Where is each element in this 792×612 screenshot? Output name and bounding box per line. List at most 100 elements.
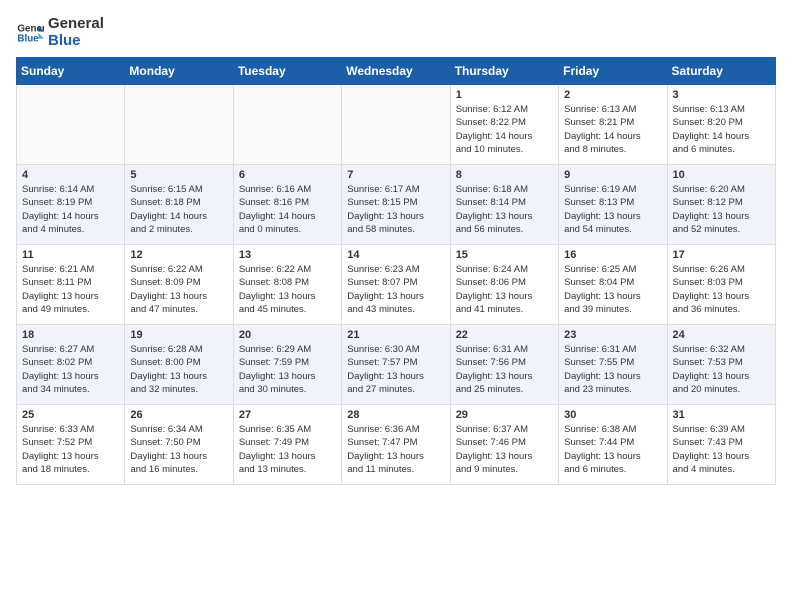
day-info: Sunrise: 6:34 AM Sunset: 7:50 PM Dayligh… — [130, 423, 227, 476]
day-info: Sunrise: 6:32 AM Sunset: 7:53 PM Dayligh… — [673, 343, 770, 396]
calendar-week-row: 11Sunrise: 6:21 AM Sunset: 8:11 PM Dayli… — [17, 245, 776, 325]
day-number: 26 — [130, 409, 227, 421]
day-number: 8 — [456, 169, 553, 181]
day-info: Sunrise: 6:28 AM Sunset: 8:00 PM Dayligh… — [130, 343, 227, 396]
calendar-week-row: 4Sunrise: 6:14 AM Sunset: 8:19 PM Daylig… — [17, 165, 776, 245]
calendar-cell — [233, 85, 341, 165]
calendar-cell: 21 Sunrise: 6:30 AM Sunset: 7:57 PM Dayli… — [342, 325, 450, 405]
day-number: 19 — [130, 329, 227, 341]
page-header: General Blue General Blue — [16, 16, 776, 49]
day-number: 7 — [347, 169, 444, 181]
day-info: Sunrise: 6:22 AM Sunset: 8:08 PM Dayligh… — [239, 263, 336, 316]
day-number: 29 — [456, 409, 553, 421]
day-number: 25 — [22, 409, 119, 421]
day-info: Sunrise: 6:31 AM Sunset: 7:56 PM Dayligh… — [456, 343, 553, 396]
calendar-cell: 2Sunrise: 6:13 AM Sunset: 8:21 PM Daylig… — [559, 85, 667, 165]
day-number: 16 — [564, 249, 661, 261]
calendar-cell — [342, 85, 450, 165]
day-info: Sunrise: 6:17 AM Sunset: 8:15 PM Dayligh… — [347, 183, 444, 236]
weekday-header-row: SundayMondayTuesdayWednesdayThursdayFrid… — [17, 58, 776, 85]
calendar-cell: 13 Sunrise: 6:22 AM Sunset: 8:08 PM Dayli… — [233, 245, 341, 325]
day-number: 22 — [456, 329, 553, 341]
day-info: Sunrise: 6:33 AM Sunset: 7:52 PM Dayligh… — [22, 423, 119, 476]
calendar-cell: 31Sunrise: 6:39 AM Sunset: 7:43 PM Dayli… — [667, 405, 775, 485]
logo-text-general: General — [48, 16, 104, 33]
day-number: 3 — [673, 89, 770, 101]
day-number: 10 — [673, 169, 770, 181]
day-info: Sunrise: 6:12 AM Sunset: 8:22 PM Dayligh… — [456, 103, 553, 156]
weekday-header-saturday: Saturday — [667, 58, 775, 85]
logo: General Blue General Blue — [16, 16, 104, 49]
logo-icon: General Blue — [16, 19, 44, 47]
day-number: 28 — [347, 409, 444, 421]
calendar-week-row: 1 Sunrise: 6:12 AM Sunset: 8:22 PM Daylig… — [17, 85, 776, 165]
calendar-cell: 18 Sunrise: 6:27 AM Sunset: 8:02 PM Dayli… — [17, 325, 125, 405]
day-info: Sunrise: 6:21 AM Sunset: 8:11 PM Dayligh… — [22, 263, 119, 316]
calendar-cell: 5Sunrise: 6:15 AM Sunset: 8:18 PM Daylig… — [125, 165, 233, 245]
day-info: Sunrise: 6:24 AM Sunset: 8:06 PM Dayligh… — [456, 263, 553, 316]
svg-text:Blue: Blue — [17, 33, 39, 44]
day-number: 18 — [22, 329, 119, 341]
logo-text-blue: Blue — [48, 33, 104, 50]
calendar-cell: 8 Sunrise: 6:18 AM Sunset: 8:14 PM Daylig… — [450, 165, 558, 245]
calendar-cell: 30Sunrise: 6:38 AM Sunset: 7:44 PM Dayli… — [559, 405, 667, 485]
calendar-cell: 28 Sunrise: 6:36 AM Sunset: 7:47 PM Dayli… — [342, 405, 450, 485]
day-info: Sunrise: 6:13 AM Sunset: 8:20 PM Dayligh… — [673, 103, 770, 156]
calendar-cell: 19 Sunrise: 6:28 AM Sunset: 8:00 PM Dayli… — [125, 325, 233, 405]
calendar-cell: 4Sunrise: 6:14 AM Sunset: 8:19 PM Daylig… — [17, 165, 125, 245]
weekday-header-tuesday: Tuesday — [233, 58, 341, 85]
day-info: Sunrise: 6:16 AM Sunset: 8:16 PM Dayligh… — [239, 183, 336, 236]
calendar-cell: 3 Sunrise: 6:13 AM Sunset: 8:20 PM Daylig… — [667, 85, 775, 165]
day-info: Sunrise: 6:18 AM Sunset: 8:14 PM Dayligh… — [456, 183, 553, 236]
day-number: 1 — [456, 89, 553, 101]
day-info: Sunrise: 6:29 AM Sunset: 7:59 PM Dayligh… — [239, 343, 336, 396]
day-info: Sunrise: 6:22 AM Sunset: 8:09 PM Dayligh… — [130, 263, 227, 316]
calendar-cell: 15 Sunrise: 6:24 AM Sunset: 8:06 PM Dayli… — [450, 245, 558, 325]
weekday-header-monday: Monday — [125, 58, 233, 85]
calendar-cell: 7 Sunrise: 6:17 AM Sunset: 8:15 PM Daylig… — [342, 165, 450, 245]
weekday-header-thursday: Thursday — [450, 58, 558, 85]
day-info: Sunrise: 6:14 AM Sunset: 8:19 PM Dayligh… — [22, 183, 119, 236]
calendar-cell: 16 Sunrise: 6:25 AM Sunset: 8:04 PM Dayli… — [559, 245, 667, 325]
day-number: 6 — [239, 169, 336, 181]
day-info: Sunrise: 6:13 AM Sunset: 8:21 PM Dayligh… — [564, 103, 661, 156]
calendar-cell: 25 Sunrise: 6:33 AM Sunset: 7:52 PM Dayli… — [17, 405, 125, 485]
day-number: 23 — [564, 329, 661, 341]
calendar-cell: 20 Sunrise: 6:29 AM Sunset: 7:59 PM Dayli… — [233, 325, 341, 405]
day-number: 15 — [456, 249, 553, 261]
day-number: 20 — [239, 329, 336, 341]
calendar-cell: 1 Sunrise: 6:12 AM Sunset: 8:22 PM Daylig… — [450, 85, 558, 165]
day-info: Sunrise: 6:20 AM Sunset: 8:12 PM Dayligh… — [673, 183, 770, 236]
day-number: 9 — [564, 169, 661, 181]
day-number: 17 — [673, 249, 770, 261]
day-info: Sunrise: 6:36 AM Sunset: 7:47 PM Dayligh… — [347, 423, 444, 476]
calendar-week-row: 18 Sunrise: 6:27 AM Sunset: 8:02 PM Dayli… — [17, 325, 776, 405]
day-info: Sunrise: 6:23 AM Sunset: 8:07 PM Dayligh… — [347, 263, 444, 316]
calendar-cell: 17 Sunrise: 6:26 AM Sunset: 8:03 PM Dayli… — [667, 245, 775, 325]
calendar-cell: 10 Sunrise: 6:20 AM Sunset: 8:12 PM Dayli… — [667, 165, 775, 245]
calendar-cell: 23Sunrise: 6:31 AM Sunset: 7:55 PM Dayli… — [559, 325, 667, 405]
calendar-cell: 26 Sunrise: 6:34 AM Sunset: 7:50 PM Dayli… — [125, 405, 233, 485]
day-info: Sunrise: 6:37 AM Sunset: 7:46 PM Dayligh… — [456, 423, 553, 476]
day-number: 21 — [347, 329, 444, 341]
day-number: 5 — [130, 169, 227, 181]
day-info: Sunrise: 6:30 AM Sunset: 7:57 PM Dayligh… — [347, 343, 444, 396]
calendar-cell: 11Sunrise: 6:21 AM Sunset: 8:11 PM Dayli… — [17, 245, 125, 325]
day-number: 13 — [239, 249, 336, 261]
weekday-header-sunday: Sunday — [17, 58, 125, 85]
calendar-cell — [17, 85, 125, 165]
day-info: Sunrise: 6:38 AM Sunset: 7:44 PM Dayligh… — [564, 423, 661, 476]
day-info: Sunrise: 6:27 AM Sunset: 8:02 PM Dayligh… — [22, 343, 119, 396]
calendar-table: SundayMondayTuesdayWednesdayThursdayFrid… — [16, 57, 776, 485]
weekday-header-friday: Friday — [559, 58, 667, 85]
day-info: Sunrise: 6:26 AM Sunset: 8:03 PM Dayligh… — [673, 263, 770, 316]
day-number: 27 — [239, 409, 336, 421]
day-number: 14 — [347, 249, 444, 261]
calendar-cell: 9Sunrise: 6:19 AM Sunset: 8:13 PM Daylig… — [559, 165, 667, 245]
day-number: 12 — [130, 249, 227, 261]
calendar-cell: 22 Sunrise: 6:31 AM Sunset: 7:56 PM Dayli… — [450, 325, 558, 405]
weekday-header-wednesday: Wednesday — [342, 58, 450, 85]
day-info: Sunrise: 6:25 AM Sunset: 8:04 PM Dayligh… — [564, 263, 661, 316]
calendar-cell: 6 Sunrise: 6:16 AM Sunset: 8:16 PM Daylig… — [233, 165, 341, 245]
calendar-cell — [125, 85, 233, 165]
